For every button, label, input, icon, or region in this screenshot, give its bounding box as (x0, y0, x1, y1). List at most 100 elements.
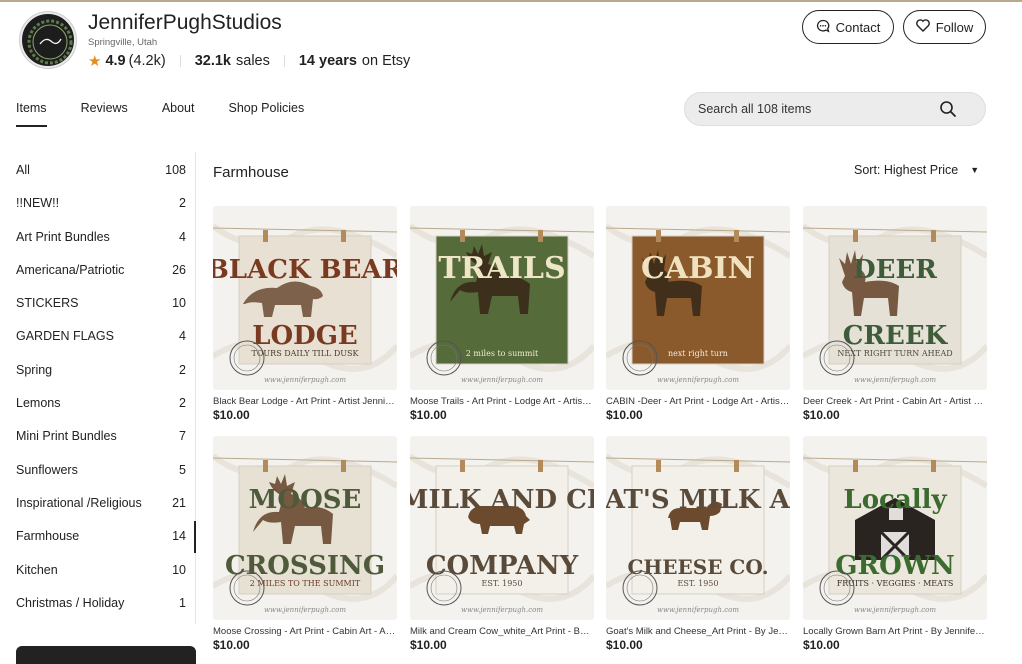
art-watermark: www.jenniferpugh.com (461, 376, 543, 384)
art-title-line2: CREEK (843, 321, 949, 351)
listing-title[interactable]: CABIN -Deer - Art Print - Lodge Art - Ar… (606, 396, 790, 407)
listing-card[interactable]: THE MILK AND CREAM COMPANYEST. 1950 www.je… (410, 436, 594, 652)
listing-title[interactable]: Milk and Cream Cow_white_Art Print - By … (410, 626, 594, 637)
sidebar-item[interactable]: Spring 2 (16, 363, 186, 396)
sidebar-item-label: Americana/Patriotic (16, 262, 125, 277)
listing-title[interactable]: Goat's Milk and Cheese_Art Print - By Je… (606, 626, 790, 637)
art-title-line2: CHEESE CO. (627, 555, 768, 579)
sidebar-item[interactable]: Americana/Patriotic 26 (16, 263, 186, 296)
listing-card[interactable]: DEER CREEK NEXT RIGHT TURN AHEAD www.jennif… (803, 206, 987, 422)
sidebar-item-label: Kitchen (16, 562, 58, 577)
tab-reviews[interactable]: Reviews (81, 101, 128, 127)
top-strip (0, 0, 1022, 2)
search-input[interactable]: Search all 108 items (684, 92, 986, 126)
sidebar-item-label: Mini Print Bundles (16, 429, 117, 444)
listing-price: $10.00 (803, 408, 840, 422)
listing-title[interactable]: Moose Trails - Art Print - Lodge Art - A… (410, 396, 594, 407)
art-watermark: www.jenniferpugh.com (854, 376, 936, 384)
listing-image[interactable]: CABIN next right turn www.jenniferpugh.com (606, 206, 790, 390)
sidebar-item[interactable]: Sunflowers 5 (16, 463, 186, 496)
listing-image[interactable]: TRAILS 2 miles to summit www.jenniferpugh.… (410, 206, 594, 390)
sidebar-item[interactable]: Kitchen 10 (16, 563, 186, 596)
listing-card[interactable]: Locally GROWN FRUITS · VEGGIES · MEATS www.… (803, 436, 987, 652)
sidebar-item[interactable]: Farmhouse 14 (16, 529, 186, 562)
sidebar-item-label: Spring (16, 362, 53, 377)
listing-image[interactable]: Locally GROWN FRUITS · VEGGIES · MEATS www.… (803, 436, 987, 620)
sidebar-item[interactable]: All 108 (16, 163, 186, 196)
listing-title[interactable]: Locally Grown Barn Art Print - By Jennif… (803, 626, 987, 637)
sidebar-item[interactable]: Christmas / Holiday 1 (16, 596, 186, 629)
heart-icon (915, 19, 930, 35)
listing-image[interactable]: DEER CREEK NEXT RIGHT TURN AHEAD www.jennif… (803, 206, 987, 390)
sidebar-item[interactable]: STICKERS 10 (16, 296, 186, 329)
listing-image[interactable]: THE MILK AND CREAM COMPANYEST. 1950 www.je… (410, 436, 594, 620)
sidebar-item-count: 2 (179, 196, 186, 211)
listing-price: $10.00 (606, 408, 643, 422)
listing-title[interactable]: Moose Crossing - Art Print - Cabin Art -… (213, 626, 397, 637)
star-icon: ★ (88, 53, 102, 70)
listing-card[interactable]: MOOSE CROSSING 2 MILES TO THE SUMMIT www.je… (213, 436, 397, 652)
listing-card[interactable]: TRAILS 2 miles to summit www.jenniferpugh.… (410, 206, 594, 422)
shop-avatar[interactable] (20, 12, 76, 68)
art-subtitle: 2 MILES TO THE SUMMIT (250, 579, 361, 588)
section-title: Farmhouse (213, 164, 289, 181)
sidebar-item[interactable]: !!NEW!! 2 (16, 196, 186, 229)
listing-price: $10.00 (803, 638, 840, 652)
sidebar-item-count: 26 (172, 262, 186, 277)
tab-about[interactable]: About (162, 101, 195, 127)
art-subtitle: next right turn (668, 349, 728, 358)
sidebar-item-count: 2 (179, 396, 186, 411)
caret-down-icon: ▼ (970, 165, 980, 175)
sidebar-item[interactable]: Inspirational /Religious 21 (16, 496, 186, 529)
sort-dropdown[interactable]: Sort: Highest Price ▼ (854, 163, 979, 177)
sidebar-item-count: 10 (172, 562, 186, 577)
active-section-indicator (194, 521, 196, 553)
art-subtitle: EST. 1950 (678, 579, 719, 588)
follow-label: Follow (935, 19, 974, 35)
listing-card[interactable]: GOAT'S MILK AND CHEESE CO.EST. 1950 www.je… (606, 436, 790, 652)
listing-image[interactable]: BLACK BEAR LODGE TOURS DAILY TILL DUSK www.… (213, 206, 397, 390)
years-label: on Etsy (361, 53, 411, 69)
contact-button[interactable]: Contact (802, 10, 894, 44)
tab-shop-policies[interactable]: Shop Policies (228, 101, 304, 127)
sidebar-item[interactable]: Lemons 2 (16, 396, 186, 429)
sidebar-item-count: 4 (179, 229, 186, 244)
follow-button[interactable]: Follow (903, 10, 986, 44)
listing-title[interactable]: Deer Creek - Art Print - Cabin Art - Art… (803, 396, 987, 407)
listing-title[interactable]: Black Bear Lodge - Art Print - Artist Je… (213, 396, 397, 407)
divider (179, 55, 181, 67)
art-watermark: www.jenniferpugh.com (657, 606, 739, 614)
contact-label: Contact (835, 19, 881, 35)
listing-card[interactable]: BLACK BEAR LODGE TOURS DAILY TILL DUSK www.… (213, 206, 397, 422)
art-watermark: www.jenniferpugh.com (854, 606, 936, 614)
listing-price: $10.00 (606, 638, 643, 652)
sidebar-item[interactable]: Mini Print Bundles 7 (16, 429, 186, 462)
search-icon[interactable] (939, 100, 957, 121)
sidebar-item-label: Christmas / Holiday (16, 595, 125, 610)
sidebar-item-label: !!NEW!! (16, 196, 60, 211)
sidebar-divider (195, 152, 196, 624)
art-watermark: www.jenniferpugh.com (264, 606, 346, 614)
sidebar-item-count: 1 (179, 595, 186, 610)
sidebar-item[interactable]: GARDEN FLAGS 4 (16, 329, 186, 362)
tab-items[interactable]: Items (16, 101, 47, 127)
section-sidebar: All 108 !!NEW!! 2 Art Print Bundles 4 American… (16, 163, 186, 629)
sidebar-bottom-button[interactable] (16, 646, 196, 664)
rating-count[interactable]: (4.2k) (129, 53, 166, 69)
art-title-line1: TRAILS (438, 251, 565, 286)
art-title-line1: BLACK BEAR (213, 255, 397, 285)
sidebar-item-count: 14 (172, 529, 186, 544)
sidebar-item-label: Art Print Bundles (16, 229, 110, 244)
sidebar-item-count: 21 (172, 495, 186, 510)
listing-price: $10.00 (410, 638, 447, 652)
listing-image[interactable]: GOAT'S MILK AND CHEESE CO.EST. 1950 www.je… (606, 436, 790, 620)
listing-image[interactable]: MOOSE CROSSING 2 MILES TO THE SUMMIT www.je… (213, 436, 397, 620)
art-subtitle: TOURS DAILY TILL DUSK (252, 349, 360, 358)
shop-name[interactable]: JenniferPughStudios (88, 11, 282, 35)
shop-location: Springville, Utah (88, 37, 158, 48)
art-title-line2: COMPANY (426, 551, 579, 581)
listing-card[interactable]: CABIN next right turn www.jenniferpugh.com… (606, 206, 790, 422)
art-watermark: www.jenniferpugh.com (657, 376, 739, 384)
sidebar-item[interactable]: Art Print Bundles 4 (16, 230, 186, 263)
listing-price: $10.00 (410, 408, 447, 422)
